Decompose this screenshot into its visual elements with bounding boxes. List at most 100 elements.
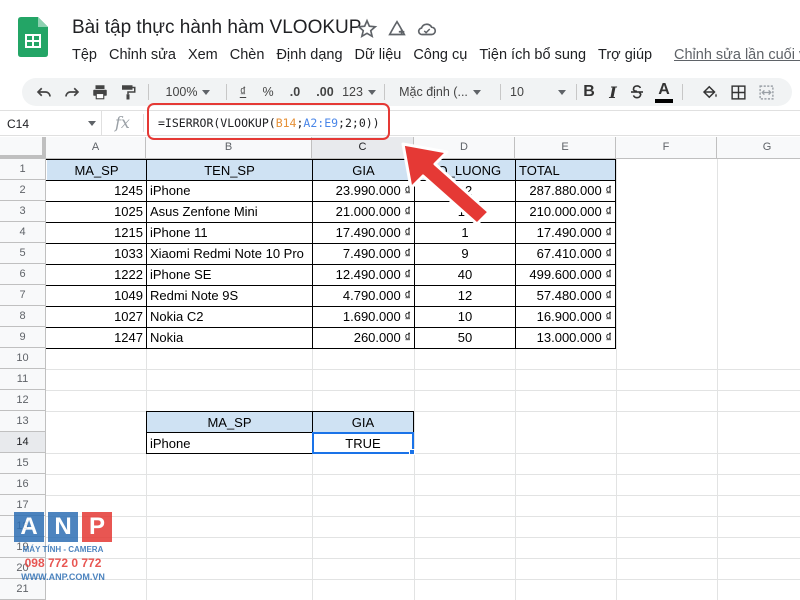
cell-b9[interactable]: Nokia [147,327,312,348]
merge-cells-button[interactable] [754,78,778,106]
cell-e3[interactable]: 210.000.000 ₫ [516,201,615,222]
strikethrough-button[interactable] [626,78,648,106]
row-header-16[interactable]: 16 [0,474,46,495]
cell-e1[interactable]: TOTAL [516,160,615,180]
name-box[interactable]: C14 [0,111,102,135]
cell-d5[interactable]: 9 [415,243,515,264]
cell-b5[interactable]: Xiaomi Redmi Note 10 Pro [147,243,312,264]
sheets-logo-icon[interactable] [18,17,48,57]
row-header-3[interactable]: 3 [0,201,46,222]
italic-button[interactable]: I [602,78,624,106]
fill-color-button[interactable] [698,78,722,106]
cell-a9[interactable]: 1247 [47,327,146,348]
column-header-f[interactable]: F [616,137,717,159]
column-header-a[interactable]: A [46,137,146,159]
cell-e4[interactable]: 17.490.000 ₫ [516,222,615,243]
cell-a4[interactable]: 1215 [47,222,146,243]
increase-decimal-button[interactable]: .00 [310,78,340,106]
cell-e5[interactable]: 67.410.000 ₫ [516,243,615,264]
column-header-b[interactable]: B [146,137,312,159]
zoom-select[interactable]: 100% [156,78,220,106]
cell-e6[interactable]: 499.600.000 ₫ [516,264,615,285]
row-header-8[interactable]: 8 [0,306,46,327]
paint-format-button[interactable] [116,78,140,106]
cell-b13[interactable]: MA_SP [147,412,312,432]
row-header-2[interactable]: 2 [0,180,46,201]
cell-d6[interactable]: 40 [415,264,515,285]
row-header-10[interactable]: 10 [0,348,46,369]
menu-file[interactable]: Tệp [72,47,97,67]
decrease-decimal-button[interactable]: .0 [282,78,308,106]
menu-help[interactable]: Trợ giúp [598,47,652,67]
font-size-select[interactable]: 10 [506,78,570,106]
menu-edit[interactable]: Chỉnh sửa [109,47,176,67]
cell-b4[interactable]: iPhone 11 [147,222,312,243]
menu-format[interactable]: Định dạng [276,47,342,67]
row-header-13[interactable]: 13 [0,411,46,432]
currency-format-button[interactable]: ₫ [232,78,254,106]
row-header-14[interactable]: 14 [0,432,46,453]
menu-tools[interactable]: Công cụ [413,47,467,67]
row-header-15[interactable]: 15 [0,453,46,474]
cell-a1[interactable]: MA_SP [47,160,146,180]
row-header-11[interactable]: 11 [0,369,46,390]
redo-button[interactable] [60,78,84,106]
star-icon[interactable] [356,18,378,40]
menu-view[interactable]: Xem [188,47,218,67]
cell-a5[interactable]: 1033 [47,243,146,264]
cell-c6[interactable]: 12.490.000 ₫ [313,264,414,285]
name-box-caret-icon[interactable] [88,121,96,126]
cell-b8[interactable]: Nokia C2 [147,306,312,327]
cell-e9[interactable]: 13.000.000 ₫ [516,327,615,348]
cell-c5[interactable]: 7.490.000 ₫ [313,243,414,264]
document-title[interactable]: Bài tập thực hành hàm VLOOKUP [72,17,361,39]
menu-insert[interactable]: Chèn [230,47,265,67]
cell-c7[interactable]: 4.790.000 ₫ [313,285,414,306]
cell-a6[interactable]: 1222 [47,264,146,285]
move-to-drive-icon[interactable] [386,18,408,40]
row-header-7[interactable]: 7 [0,285,46,306]
borders-button[interactable] [726,78,750,106]
last-edit-link[interactable]: Chỉnh sửa lần cuối vào [674,47,800,63]
cell-b7[interactable]: Redmi Note 9S [147,285,312,306]
percent-format-button[interactable]: % [258,78,278,106]
cell-b2[interactable]: iPhone [147,180,312,201]
more-formats-select[interactable]: 123 [340,78,378,106]
cell-b3[interactable]: Asus Zenfone Mini [147,201,312,222]
print-button[interactable] [88,78,112,106]
cell-e2[interactable]: 287.880.000 ₫ [516,180,615,201]
cell-b6[interactable]: iPhone SE [147,264,312,285]
row-header-5[interactable]: 5 [0,243,46,264]
bold-button[interactable]: B [578,78,600,106]
cell-c13[interactable]: GIA [313,412,413,432]
row-header-6[interactable]: 6 [0,264,46,285]
select-all-corner[interactable] [0,137,46,159]
row-header-1[interactable]: 1 [0,159,46,180]
column-header-e[interactable]: E [515,137,616,159]
column-header-g[interactable]: G [717,137,800,159]
cell-e7[interactable]: 57.480.000 ₫ [516,285,615,306]
cloud-saved-icon[interactable] [416,18,438,40]
cell-c8[interactable]: 1.690.000 ₫ [313,306,414,327]
font-family-select[interactable]: Mặc định (... [392,78,488,106]
cell-b14[interactable]: iPhone [147,433,312,454]
fill-handle[interactable] [409,449,415,455]
text-color-button[interactable]: A [652,78,676,106]
cell-a8[interactable]: 1027 [47,306,146,327]
menu-addons[interactable]: Tiện ích bổ sung [479,47,586,67]
row-header-12[interactable]: 12 [0,390,46,411]
undo-button[interactable] [32,78,56,106]
cell-b1[interactable]: TEN_SP [147,160,312,180]
row-header-9[interactable]: 9 [0,327,46,348]
row-header-4[interactable]: 4 [0,222,46,243]
cell-d7[interactable]: 12 [415,285,515,306]
cell-c9[interactable]: 260.000 ₫ [313,327,414,348]
cell-a7[interactable]: 1049 [47,285,146,306]
cell-a2[interactable]: 1245 [47,180,146,201]
menu-data[interactable]: Dữ liệu [355,47,402,67]
cell-d9[interactable]: 50 [415,327,515,348]
cell-e8[interactable]: 16.900.000 ₫ [516,306,615,327]
cell-d8[interactable]: 10 [415,306,515,327]
text-color-glyph: A [658,81,670,98]
cell-a3[interactable]: 1025 [47,201,146,222]
